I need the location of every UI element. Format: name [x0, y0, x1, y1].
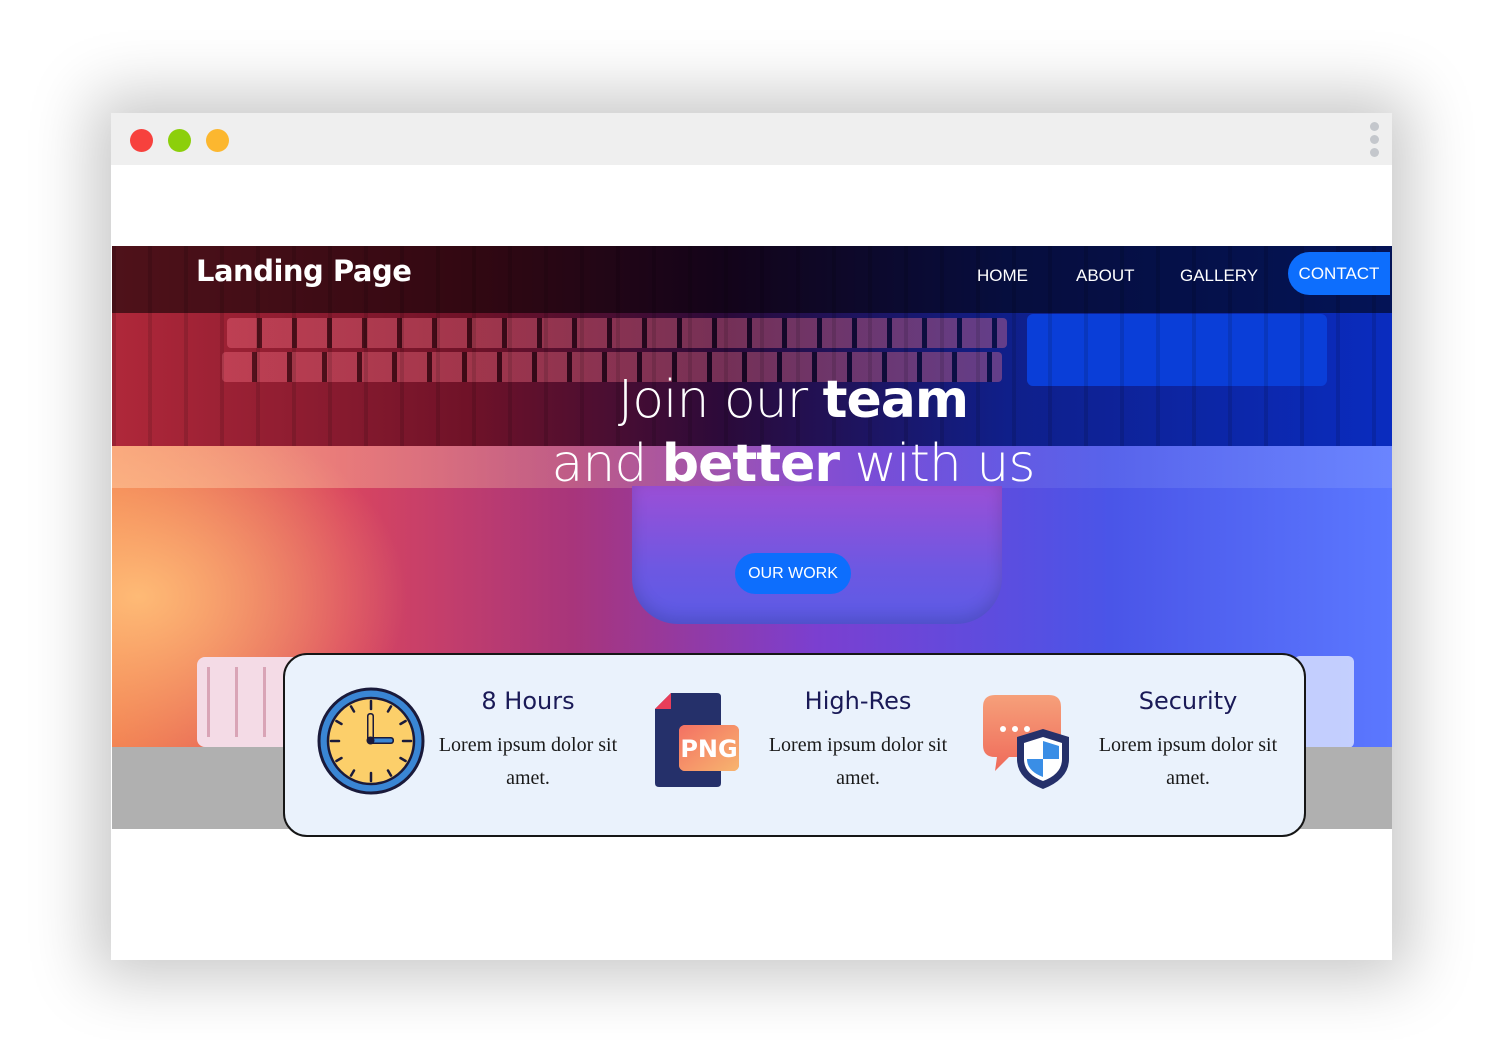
- security-shield-chat-icon: [975, 685, 1087, 797]
- close-dot[interactable]: [130, 129, 153, 152]
- browser-titlebar: [111, 113, 1392, 165]
- our-work-button[interactable]: OUR WORK: [735, 553, 851, 594]
- nav-about[interactable]: ABOUT: [1076, 266, 1135, 286]
- maximize-dot[interactable]: [206, 129, 229, 152]
- nav-gallery[interactable]: GALLERY: [1180, 266, 1258, 286]
- nav-contact-button[interactable]: CONTACT: [1288, 252, 1390, 295]
- svg-text:PNG: PNG: [680, 735, 737, 763]
- feature-description: Lorem ipsum dolor sit amet.: [768, 734, 948, 789]
- browser-window: Landing Page HOME ABOUT GALLERY CONTACT …: [111, 113, 1392, 960]
- headline-line-1: Join our team: [617, 370, 969, 430]
- clock-icon: [315, 685, 427, 797]
- feature-title: 8 Hours: [481, 687, 575, 715]
- feature-item: 8 Hours Lorem ipsum dolor sit amet.: [285, 655, 617, 831]
- feature-description: Lorem ipsum dolor sit amet.: [438, 734, 618, 789]
- feature-title: Security: [1138, 687, 1238, 715]
- hero-headline: Join our team and better with us: [112, 368, 1392, 496]
- feature-title: High-Res: [804, 687, 912, 715]
- headline-line-2: and better with us: [551, 434, 1036, 494]
- brand-logo[interactable]: Landing Page: [196, 254, 412, 288]
- minimize-dot[interactable]: [168, 129, 191, 152]
- nav-home[interactable]: HOME: [977, 266, 1028, 286]
- navbar: Landing Page HOME ABOUT GALLERY CONTACT: [112, 246, 1392, 313]
- feature-item: PNG High-Res Lorem ipsum dolor sit amet.: [615, 655, 947, 831]
- vertical-ellipsis-icon[interactable]: [1370, 122, 1380, 160]
- features-card: 8 Hours Lorem ipsum dolor sit amet. PNG: [283, 653, 1306, 837]
- png-file-icon: PNG: [645, 685, 757, 797]
- feature-item: Security Lorem ipsum dolor sit amet.: [945, 655, 1277, 831]
- feature-description: Lorem ipsum dolor sit amet.: [1098, 734, 1278, 789]
- hero-section: Landing Page HOME ABOUT GALLERY CONTACT …: [112, 246, 1392, 837]
